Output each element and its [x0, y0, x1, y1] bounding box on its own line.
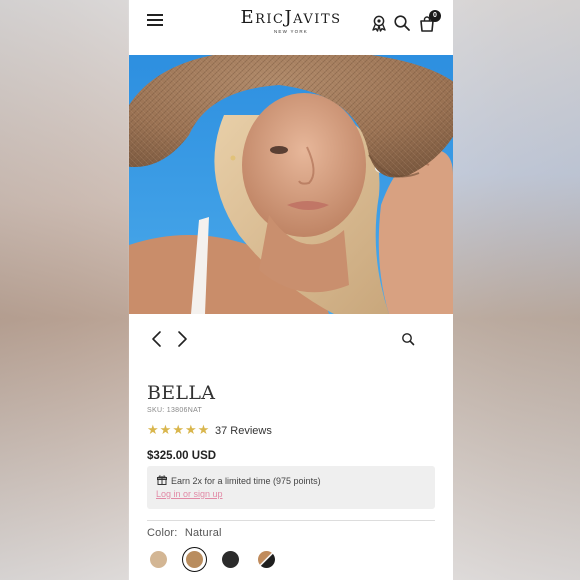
chevron-left-icon[interactable] — [149, 330, 165, 348]
rating-stars[interactable]: ★ ★ ★ ★ ★ — [147, 423, 209, 437]
swatch-black[interactable] — [222, 551, 239, 568]
product-price: $325.00 USD — [147, 450, 217, 462]
color-label: Color: Natural — [147, 527, 222, 539]
rewards-icon[interactable] — [370, 14, 388, 32]
backdrop-left — [0, 0, 129, 580]
backdrop-right — [453, 0, 580, 580]
star-icon: ★ — [172, 422, 184, 437]
chevron-right-icon[interactable] — [174, 330, 190, 348]
star-icon: ★ — [184, 422, 197, 437]
product-image[interactable] — [129, 55, 453, 314]
login-signup-link[interactable]: Log in or sign up — [156, 489, 223, 499]
star-icon: ★ — [147, 422, 159, 437]
rewards-earn-text: Earn 2x for a limited time (975 points) — [171, 476, 321, 486]
star-icon: ★ — [197, 422, 210, 437]
reviews-link[interactable]: 37 Reviews — [215, 425, 272, 437]
product-page: EricJavits NEW YORK 0 BELLA SKU: 13806NA… — [129, 0, 453, 580]
zoom-icon[interactable] — [401, 332, 415, 346]
swatch-black-natural[interactable] — [258, 551, 275, 568]
color-selected-value: Natural — [184, 527, 222, 539]
section-divider — [147, 520, 435, 521]
gift-icon — [157, 475, 167, 485]
search-icon[interactable] — [393, 14, 411, 32]
cart-count-badge[interactable]: 0 — [429, 10, 441, 22]
rewards-panel: Earn 2x for a limited time (975 points) … — [147, 466, 435, 509]
star-icon: ★ — [159, 422, 172, 437]
swatch-beige[interactable] — [150, 551, 167, 568]
product-sku: SKU: 13806NAT — [147, 407, 203, 414]
product-title: BELLA — [147, 382, 216, 404]
site-header: EricJavits NEW YORK 0 — [129, 0, 453, 55]
gallery-controls — [129, 330, 453, 350]
swatch-natural[interactable] — [186, 551, 203, 568]
color-label-text: Color: — [147, 527, 178, 539]
